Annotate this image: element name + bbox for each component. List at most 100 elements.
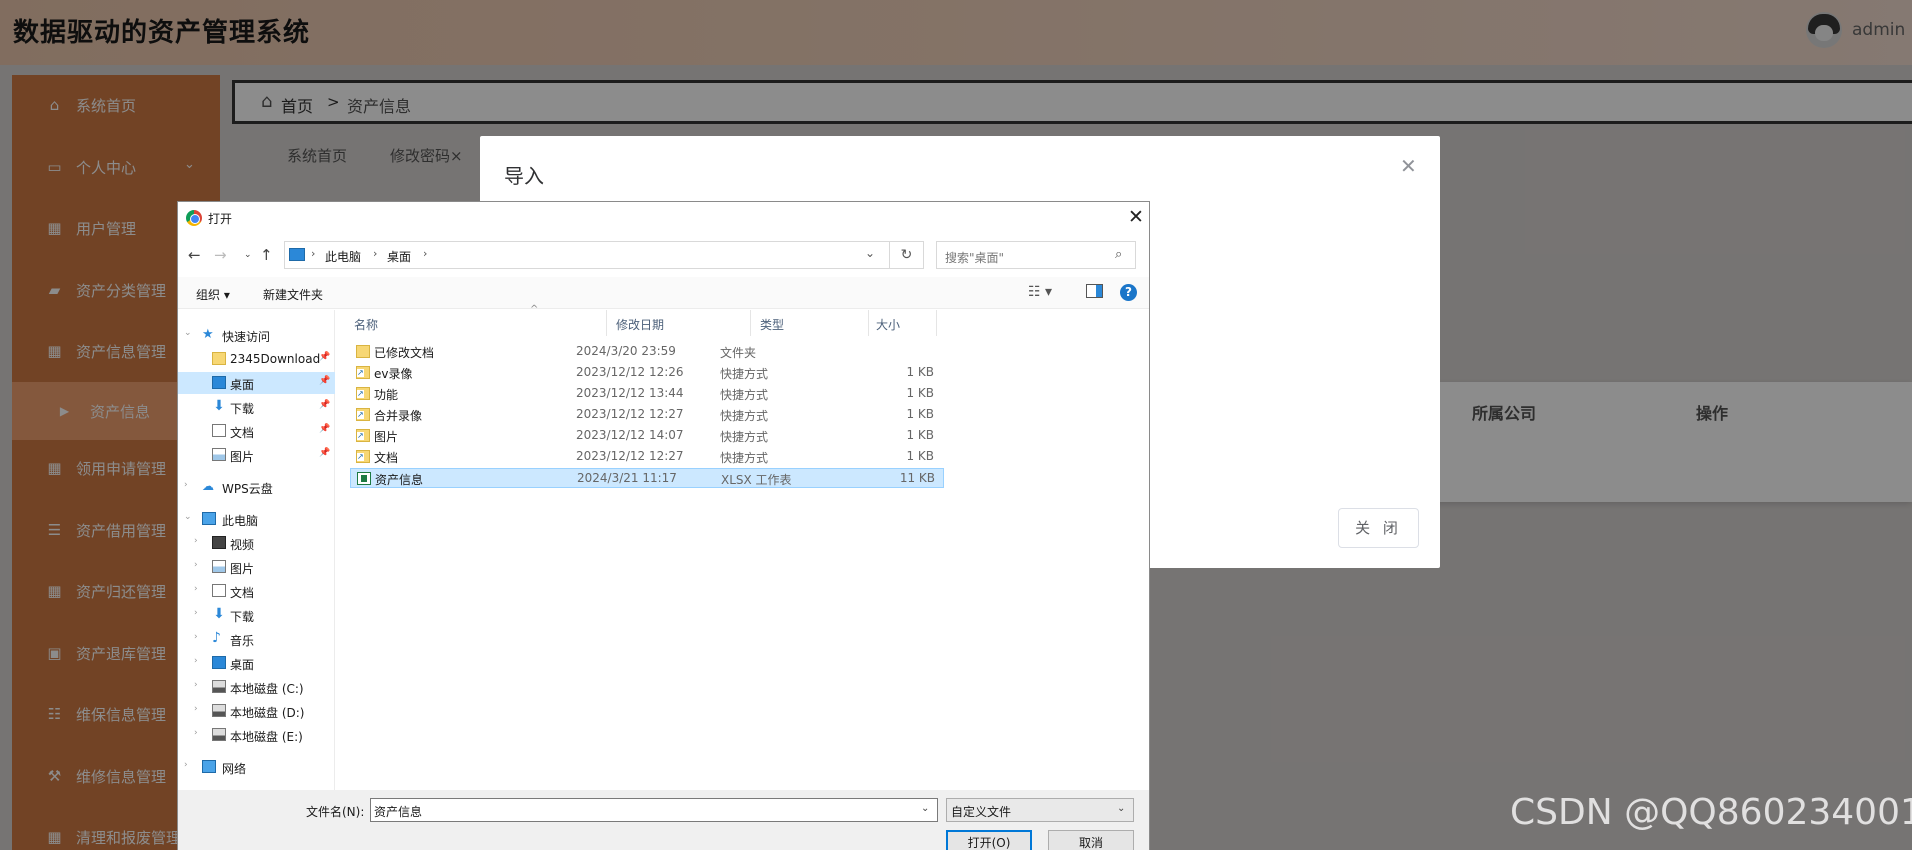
search-input[interactable]: 搜索"桌面" ⌕: [936, 241, 1136, 269]
expand-arrow-icon[interactable]: ›: [194, 608, 198, 618]
nav-item-drive-e[interactable]: › 本地磁盘 (E:): [178, 724, 335, 746]
file-type: 快捷方式: [720, 388, 769, 402]
expand-arrow-icon[interactable]: ›: [184, 480, 188, 490]
shortcut-icon: [356, 429, 370, 442]
nav-label: 文档: [230, 426, 255, 440]
file-size: 1 KB: [906, 449, 934, 463]
close-icon[interactable]: ✕: [1128, 206, 1144, 228]
nav-label: 2345Download: [230, 352, 321, 366]
file-date: 2024/3/21 11:17: [577, 471, 677, 485]
dialog-title: 打开: [208, 212, 233, 226]
sort-arrow-icon: ^: [530, 304, 539, 315]
help-icon[interactable]: ?: [1120, 284, 1137, 301]
close-icon[interactable]: ✕: [1400, 154, 1417, 178]
nav-item-pictures-pc[interactable]: › 图片: [178, 556, 335, 578]
search-icon[interactable]: ⌕: [1115, 247, 1122, 262]
desktop-icon: [212, 656, 226, 669]
column-header-date[interactable]: 修改日期: [616, 316, 664, 333]
file-row-selected[interactable]: 资产信息 2024/3/21 11:17 XLSX 工作表 11 KB: [350, 468, 944, 488]
file-row[interactable]: 功能 2023/12/12 13:44 快捷方式 1 KB: [350, 384, 944, 404]
nav-item-downloads[interactable]: ⬇ 下载 📌: [178, 396, 335, 418]
address-bar[interactable]: › 此电脑 › 桌面 › ⌄ ↻: [284, 241, 924, 269]
expand-arrow-icon[interactable]: ›: [194, 584, 198, 594]
expand-arrow-icon[interactable]: ›: [194, 680, 198, 690]
nav-item-videos[interactable]: › 视频: [178, 532, 335, 554]
expand-arrow-icon[interactable]: ⌄: [184, 512, 192, 522]
nav-item-desktop-pc[interactable]: › 桌面: [178, 652, 335, 674]
file-row[interactable]: 图片 2023/12/12 14:07 快捷方式 1 KB: [350, 426, 944, 446]
nav-item-music[interactable]: › ♪ 音乐: [178, 628, 335, 650]
address-crumb[interactable]: 桌面: [387, 248, 411, 265]
nav-label: 快速访问: [222, 330, 271, 344]
nav-item-this-pc[interactable]: ⌄ 此电脑: [178, 508, 335, 530]
file-row[interactable]: 合并录像 2023/12/12 12:27 快捷方式 1 KB: [350, 405, 944, 425]
nav-item-pictures[interactable]: 图片 📌: [178, 444, 335, 466]
drive-icon: [212, 680, 226, 693]
file-row[interactable]: 已修改文档 2024/3/20 23:59 文件夹: [350, 342, 944, 362]
up-icon[interactable]: ↑: [260, 246, 273, 264]
back-icon[interactable]: ←: [188, 246, 201, 264]
chevron-down-icon[interactable]: ⌄: [921, 803, 929, 814]
file-type: 文件夹: [720, 346, 757, 360]
nav-label: WPS云盘: [222, 482, 273, 496]
column-divider[interactable]: [606, 310, 607, 336]
file-name: 资产信息: [375, 473, 424, 487]
chevron-down-icon[interactable]: ⌄: [865, 246, 875, 260]
file-name: 合并录像: [374, 409, 423, 423]
nav-item-desktop[interactable]: 桌面 📌: [178, 372, 335, 394]
expand-arrow-icon[interactable]: ›: [194, 536, 198, 546]
open-button[interactable]: 打开(O): [946, 830, 1032, 850]
document-icon: [212, 424, 226, 437]
nav-item-documents-pc[interactable]: › 文档: [178, 580, 335, 602]
refresh-icon[interactable]: ↻: [889, 242, 923, 268]
nav-item-drive-c[interactable]: › 本地磁盘 (C:): [178, 676, 335, 698]
expand-arrow-icon[interactable]: ›: [194, 656, 198, 666]
pin-icon: 📌: [319, 424, 331, 434]
expand-arrow-icon[interactable]: ›: [194, 704, 198, 714]
expand-arrow-icon[interactable]: ›: [194, 728, 198, 738]
nav-item-wps-cloud[interactable]: › ☁ WPS云盘: [178, 476, 335, 498]
dialog-footer: 文件名(N): 资产信息 ⌄ 自定义文件 ⌄ 打开(O) 取消: [178, 790, 1149, 850]
shortcut-icon: [356, 387, 370, 400]
filename-value: 资产信息: [374, 805, 423, 819]
nav-item-downloads-pc[interactable]: › ⬇ 下载: [178, 604, 335, 626]
cancel-button[interactable]: 取消: [1048, 830, 1134, 850]
nav-item-2345download[interactable]: 2345Download 📌: [178, 348, 335, 370]
nav-item-drive-d[interactable]: › 本地磁盘 (D:): [178, 700, 335, 722]
recent-dropdown-icon[interactable]: ⌄: [244, 250, 252, 260]
chevron-right-icon: ›: [311, 247, 316, 260]
filename-input[interactable]: 资产信息 ⌄: [370, 798, 938, 822]
file-size: 1 KB: [906, 365, 934, 379]
file-row[interactable]: 文档 2023/12/12 12:27 快捷方式 1 KB: [350, 447, 944, 467]
organize-button[interactable]: 组织 ▾: [196, 286, 230, 303]
expand-arrow-icon[interactable]: ›: [194, 560, 198, 570]
file-list: ^ 名称 修改日期 类型 大小 已修改文档 2024/3/20 23:59 文件夹 …: [336, 304, 1148, 790]
close-button[interactable]: 关 闭: [1338, 508, 1419, 548]
column-header-size[interactable]: 大小: [876, 316, 900, 333]
nav-label: 图片: [230, 562, 255, 576]
column-header-type[interactable]: 类型: [760, 316, 784, 333]
picture-icon: [212, 448, 226, 461]
new-folder-button[interactable]: 新建文件夹: [263, 286, 323, 303]
expand-arrow-icon[interactable]: ⌄: [184, 328, 192, 338]
star-icon: ★: [202, 327, 214, 342]
video-icon: [212, 536, 226, 549]
forward-icon[interactable]: →: [214, 246, 227, 264]
view-options-icon[interactable]: ☷ ▾: [1028, 284, 1052, 300]
nav-item-documents[interactable]: 文档 📌: [178, 420, 335, 442]
column-divider[interactable]: [868, 310, 869, 336]
file-row[interactable]: ev录像 2023/12/12 12:26 快捷方式 1 KB: [350, 363, 944, 383]
nav-item-quick-access[interactable]: ⌄ ★ 快速访问: [178, 324, 335, 346]
column-divider[interactable]: [750, 310, 751, 336]
preview-pane-icon[interactable]: [1086, 284, 1103, 298]
chevron-down-icon[interactable]: ⌄: [1117, 803, 1125, 814]
nav-item-network[interactable]: › 网络: [178, 756, 335, 778]
address-crumb[interactable]: 此电脑: [325, 248, 361, 265]
expand-arrow-icon[interactable]: ›: [194, 632, 198, 642]
file-type-filter[interactable]: 自定义文件 ⌄: [946, 798, 1134, 822]
expand-arrow-icon[interactable]: ›: [184, 760, 188, 770]
nav-label: 桌面: [230, 378, 255, 392]
nav-label: 图片: [230, 450, 255, 464]
column-divider[interactable]: [936, 310, 937, 336]
column-header-name[interactable]: 名称: [354, 316, 378, 333]
